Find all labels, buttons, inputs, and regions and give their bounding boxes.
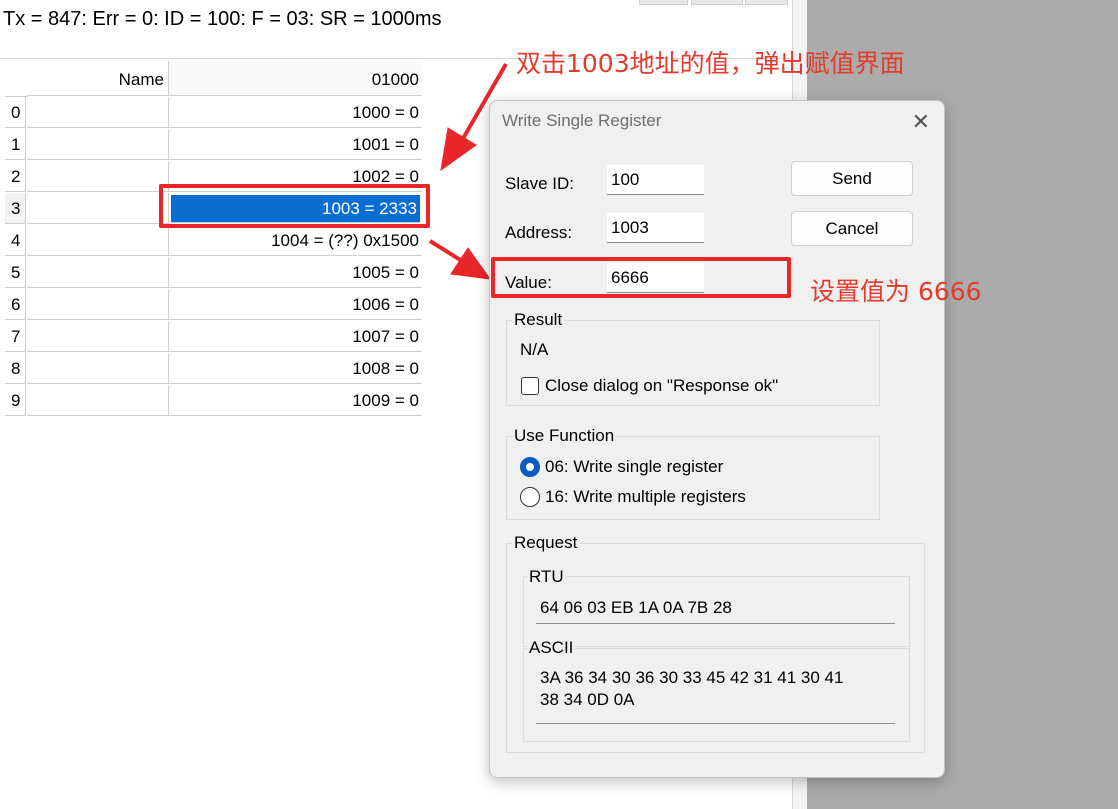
radio-function-06[interactable] xyxy=(520,457,540,477)
cancel-button[interactable]: Cancel xyxy=(791,211,913,246)
close-on-response-label[interactable]: Close dialog on "Response ok" xyxy=(545,376,778,396)
result-text: N/A xyxy=(520,340,549,359)
radio-function-16[interactable] xyxy=(520,487,540,507)
dialog-title: Write Single Register xyxy=(502,111,662,130)
result-group-title: Result xyxy=(512,310,565,330)
annotation-text-set-value: 设置值为 6666 xyxy=(810,277,982,306)
close-on-response-checkbox[interactable] xyxy=(521,377,539,395)
slave-id-label: Slave ID: xyxy=(505,174,574,193)
rtu-frame-value[interactable]: 64 06 03 EB 1A 0A 7B 28 xyxy=(536,592,895,624)
use-function-group xyxy=(506,436,880,520)
ascii-line: 38 34 0D 0A xyxy=(540,690,635,709)
write-single-register-dialog: Write Single Register ✕ Slave ID: Addres… xyxy=(489,100,945,778)
ascii-line: 3A 36 34 30 36 30 33 45 42 31 41 30 41 xyxy=(540,668,844,687)
radio-label-function-16[interactable]: 16: Write multiple registers xyxy=(545,487,746,507)
ascii-group-title: ASCII xyxy=(527,638,576,658)
close-icon[interactable]: ✕ xyxy=(912,109,930,135)
rtu-group-title: RTU xyxy=(527,567,566,587)
radio-label-function-06[interactable]: 06: Write single register xyxy=(545,457,723,477)
annotation-text-double-click: 双击1003地址的值，弹出赋值界面 xyxy=(516,49,905,78)
address-label: Address: xyxy=(505,223,573,242)
slave-id-input[interactable] xyxy=(607,165,704,195)
address-input[interactable] xyxy=(607,213,704,243)
arrow-icon xyxy=(428,239,492,280)
send-button[interactable]: Send xyxy=(791,161,913,196)
annotation-highlight-value xyxy=(491,257,791,298)
use-function-group-title: Use Function xyxy=(512,426,617,446)
request-group-title: Request xyxy=(512,533,580,553)
ascii-frame-value[interactable]: 3A 36 34 30 36 30 33 45 42 31 41 30 41 3… xyxy=(536,664,895,724)
